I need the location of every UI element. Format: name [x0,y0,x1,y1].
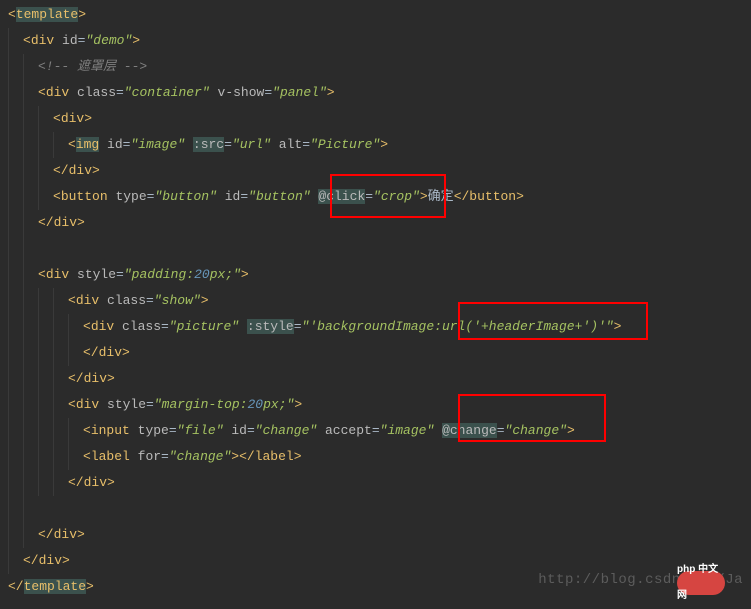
code-line: <div class="show"> [8,288,751,314]
comment: <!-- 遮罩层 --> [38,59,147,74]
button-text: 确定 [428,189,454,204]
code-line: </div> [8,340,751,366]
php-logo: php 中文网 [677,571,725,595]
code-line: <template> [8,2,751,28]
tag-template: template [16,7,78,22]
code-line: </div> [8,366,751,392]
tag-template-close: template [24,579,86,594]
code-line: <div class="container" v-show="panel"> [8,80,751,106]
code-line: </div> [8,470,751,496]
code-line: <div class="picture" :style="'background… [8,314,751,340]
blank-line [8,236,751,262]
code-line: <div style="margin-top:20px;"> [8,392,751,418]
code-editor[interactable]: <template> <div id="demo"> <!-- 遮罩层 --> … [0,0,751,600]
code-line: <img id="image" :src="url" alt="Picture"… [8,132,751,158]
code-line: <input type="file" id="change" accept="i… [8,418,751,444]
blank-line [8,496,751,522]
code-line: <button type="button" id="button" @click… [8,184,751,210]
code-line: <div id="demo"> [8,28,751,54]
code-line: <div style="padding:20px;"> [8,262,751,288]
code-line: <!-- 遮罩层 --> [8,54,751,80]
code-line: <label for="change"></label> [8,444,751,470]
code-line: </div> [8,522,751,548]
code-line: </div> [8,210,751,236]
code-line: <div> [8,106,751,132]
code-line: </div> [8,158,751,184]
